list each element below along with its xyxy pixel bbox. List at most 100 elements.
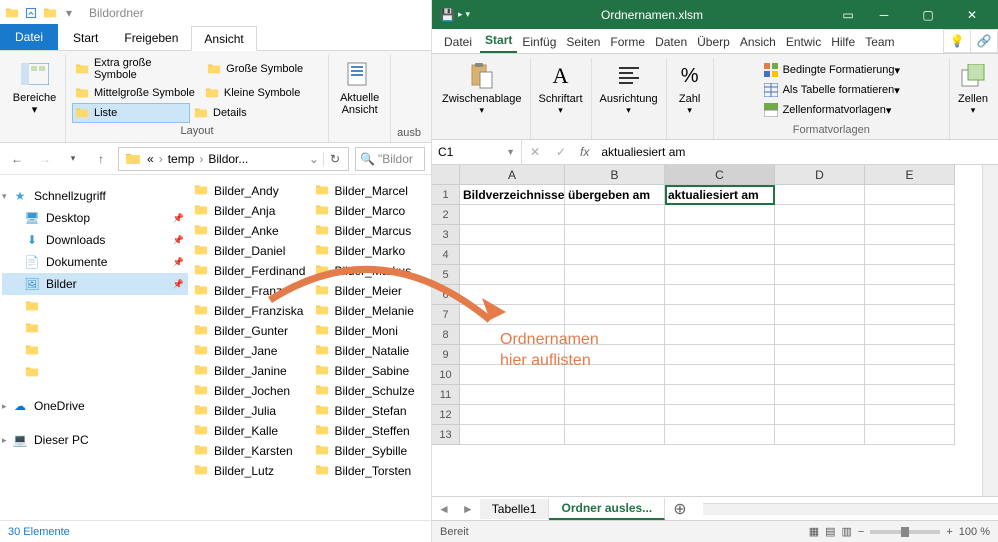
- cell-B11[interactable]: [565, 385, 665, 405]
- format-as-table-button[interactable]: Als Tabelle formatieren ▾: [761, 80, 902, 100]
- cell-D5[interactable]: [775, 265, 865, 285]
- clipboard-button[interactable]: Zwischenablage▾: [439, 58, 525, 119]
- cell-A8[interactable]: [460, 325, 565, 345]
- cell-C9[interactable]: [665, 345, 775, 365]
- cell-A3[interactable]: [460, 225, 565, 245]
- list-item[interactable]: Bilder_Natalie: [311, 341, 432, 361]
- cell-E13[interactable]: [865, 425, 955, 445]
- cell-D8[interactable]: [775, 325, 865, 345]
- cell-D9[interactable]: [775, 345, 865, 365]
- tab-file[interactable]: Datei: [436, 31, 480, 53]
- zoom-out-icon[interactable]: −: [858, 526, 864, 538]
- cell-C1[interactable]: aktualiesiert am: [665, 185, 775, 205]
- search-input[interactable]: 🔍 "Bildor: [355, 147, 425, 171]
- nav-up-icon[interactable]: ↑: [90, 148, 112, 170]
- cell-E8[interactable]: [865, 325, 955, 345]
- row-header-6[interactable]: 6: [432, 285, 460, 305]
- cell-A12[interactable]: [460, 405, 565, 425]
- cell-D4[interactable]: [775, 245, 865, 265]
- view-break-icon[interactable]: ▥: [842, 525, 852, 538]
- maximize-button[interactable]: ▢: [906, 0, 950, 29]
- qat-arrow-icon[interactable]: ▸: [458, 9, 463, 20]
- list-item[interactable]: Bilder_Stefan: [311, 401, 432, 421]
- list-item[interactable]: Bilder_Gunter: [190, 321, 311, 341]
- cell-C12[interactable]: [665, 405, 775, 425]
- cell-E5[interactable]: [865, 265, 955, 285]
- cell-E4[interactable]: [865, 245, 955, 265]
- list-item[interactable]: Bilder_Marcus: [311, 221, 432, 241]
- nav-history-icon[interactable]: ▾: [62, 148, 84, 170]
- list-item[interactable]: Bilder_Lutz: [190, 461, 311, 481]
- breadcrumb-root[interactable]: «: [145, 152, 156, 166]
- current-view-button[interactable]: Aktuelle Ansicht: [335, 55, 384, 119]
- cell-styles-button[interactable]: Zellenformatvorlagen ▾: [761, 100, 894, 120]
- list-item[interactable]: Bilder_Julia: [190, 401, 311, 421]
- cell-C11[interactable]: [665, 385, 775, 405]
- tab-layout[interactable]: Seiten: [561, 31, 605, 53]
- crumb-sep-icon[interactable]: ›: [196, 152, 206, 166]
- cell-B8[interactable]: [565, 325, 665, 345]
- view-page-icon[interactable]: ▤: [825, 525, 835, 538]
- cell-C3[interactable]: [665, 225, 775, 245]
- zoom-in-icon[interactable]: +: [946, 526, 952, 538]
- vertical-scrollbar[interactable]: [982, 165, 998, 496]
- sidebar-onedrive[interactable]: ▸☁OneDrive: [2, 395, 188, 417]
- list-item[interactable]: Bilder_Andy: [190, 181, 311, 201]
- row-header-13[interactable]: 13: [432, 425, 460, 445]
- ribbon-display-icon[interactable]: ▭: [834, 8, 862, 22]
- sidebar-desktop[interactable]: 🖥Desktop📌: [2, 207, 188, 229]
- horizontal-scrollbar[interactable]: [703, 503, 998, 515]
- list-item[interactable]: Bilder_Karsten: [190, 441, 311, 461]
- cells-button[interactable]: Zellen▾: [955, 58, 991, 119]
- view-normal-icon[interactable]: ▦: [809, 525, 819, 538]
- sheet-nav-prev-icon[interactable]: ◄: [432, 502, 456, 516]
- cell-A10[interactable]: [460, 365, 565, 385]
- cell-E1[interactable]: [865, 185, 955, 205]
- cell-E3[interactable]: [865, 225, 955, 245]
- breadcrumb-temp[interactable]: temp: [166, 152, 197, 166]
- cell-B4[interactable]: [565, 245, 665, 265]
- formula-input[interactable]: aktualiesiert am: [595, 143, 998, 161]
- select-all-corner[interactable]: [432, 165, 460, 185]
- row-header-5[interactable]: 5: [432, 265, 460, 285]
- cell-C4[interactable]: [665, 245, 775, 265]
- cell-C8[interactable]: [665, 325, 775, 345]
- list-item[interactable]: Bilder_Sybille: [311, 441, 432, 461]
- cell-D7[interactable]: [775, 305, 865, 325]
- row-header-3[interactable]: 3: [432, 225, 460, 245]
- cell-E9[interactable]: [865, 345, 955, 365]
- cell-A11[interactable]: [460, 385, 565, 405]
- sheet-nav-next-icon[interactable]: ►: [456, 502, 480, 516]
- cell-B5[interactable]: [565, 265, 665, 285]
- refresh-icon[interactable]: ↻: [323, 152, 346, 166]
- cell-C10[interactable]: [665, 365, 775, 385]
- list-item[interactable]: Bilder_Daniel: [190, 241, 311, 261]
- cell-B6[interactable]: [565, 285, 665, 305]
- tab-home[interactable]: Start: [480, 29, 517, 53]
- sidebar-bilder[interactable]: 🖼Bilder📌: [2, 273, 188, 295]
- sidebar-documents[interactable]: 📄Dokumente📌: [2, 251, 188, 273]
- row-header-11[interactable]: 11: [432, 385, 460, 405]
- close-button[interactable]: ✕: [950, 0, 994, 29]
- cell-E7[interactable]: [865, 305, 955, 325]
- qat-dropdown-icon[interactable]: ▾: [465, 9, 470, 20]
- sidebar-recent-folder[interactable]: [2, 339, 188, 361]
- tell-me-icon[interactable]: 💡: [943, 29, 971, 53]
- cell-D2[interactable]: [775, 205, 865, 225]
- tab-share[interactable]: Freigeben: [111, 25, 191, 50]
- conditional-formatting-button[interactable]: Bedingte Formatierung ▾: [761, 60, 902, 80]
- row-header-1[interactable]: 1: [432, 185, 460, 205]
- cell-C2[interactable]: [665, 205, 775, 225]
- cell-B7[interactable]: [565, 305, 665, 325]
- tab-data[interactable]: Daten: [650, 31, 692, 53]
- tab-formulas[interactable]: Forme: [605, 31, 650, 53]
- list-item[interactable]: Bilder_Franz: [190, 281, 311, 301]
- cell-A9[interactable]: [460, 345, 565, 365]
- list-item[interactable]: Bilder_Jochen: [190, 381, 311, 401]
- list-item[interactable]: Bilder_Sabine: [311, 361, 432, 381]
- minimize-button[interactable]: ─: [862, 0, 906, 29]
- col-header-C[interactable]: C: [665, 165, 775, 185]
- row-header-4[interactable]: 4: [432, 245, 460, 265]
- list-item[interactable]: Bilder_Franziska: [190, 301, 311, 321]
- cell-C5[interactable]: [665, 265, 775, 285]
